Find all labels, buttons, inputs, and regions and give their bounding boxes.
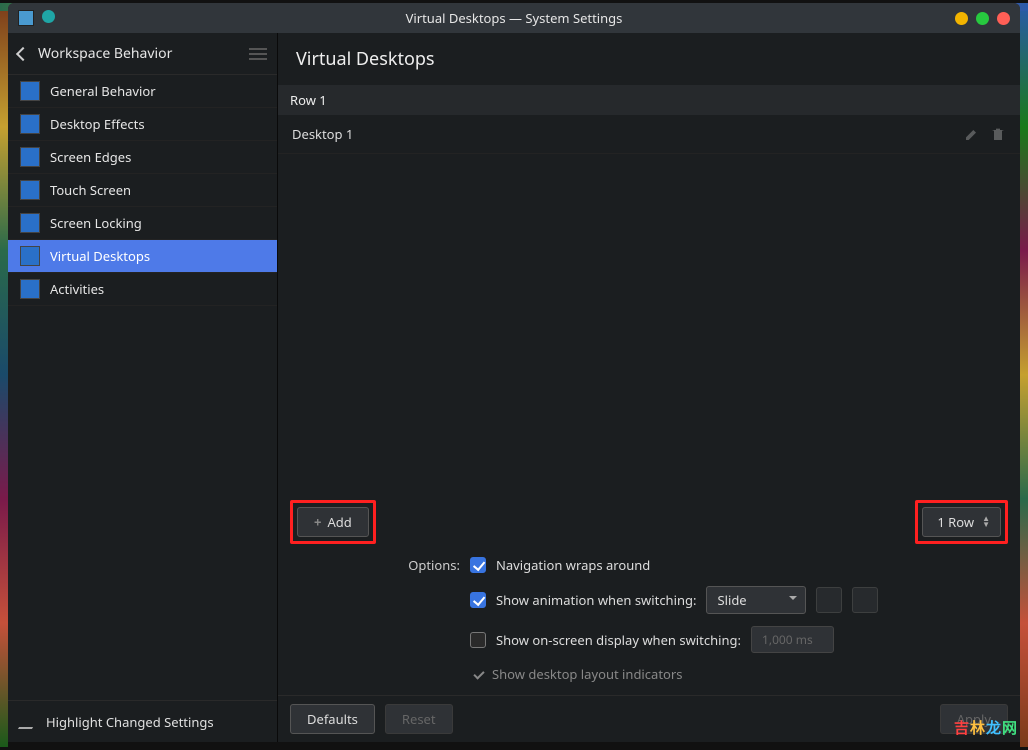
osd-checkbox[interactable] [470,632,486,648]
sidebar-list: General Behavior Desktop Effects Screen … [8,75,277,700]
sidebar-item-label: Desktop Effects [50,115,145,133]
sidebar-item-label: Screen Edges [50,148,131,166]
maximize-button[interactable] [976,12,989,25]
titlebar[interactable]: Virtual Desktops — System Settings [8,3,1020,33]
rename-icon[interactable] [964,126,980,142]
layout-indicators-rowank[interactable]: Show desktop layout indicators [470,665,1008,683]
animation-info-button[interactable] [852,587,878,613]
reset-label: Reset [402,710,436,728]
defaults-label: Defaults [307,710,358,728]
sidebar-item-label: Activities [50,280,104,298]
row-spin-label: 1 Row [937,513,974,531]
nav-wrap-checkbox[interactable] [470,557,486,573]
highlight-add: + Add [290,500,376,544]
sidebar: Workspace Behavior General Behavior Desk… [8,33,278,742]
settings-window: Virtual Desktops — System Settings Works… [8,3,1020,742]
plus-icon: + [314,513,321,531]
sidebar-item-label: Virtual Desktops [50,247,150,265]
highlight-rows: 1 Row ▲▼ [915,500,1008,544]
pencil-icon [18,715,40,729]
page-title: Virtual Desktops [278,33,1020,85]
hamburger-icon[interactable] [249,48,267,60]
wallpaper-gutter-left [0,3,8,747]
footer-bar: Defaults Reset Apply [278,695,1020,742]
virtual-desktops-icon [20,246,40,266]
window-title: Virtual Desktops — System Settings [8,9,1020,27]
defaults-button[interactable]: Defaults [290,704,375,734]
delete-icon[interactable] [990,126,1006,142]
highlight-changed-button[interactable]: Highlight Changed Settings [8,700,277,742]
configure-animation-button[interactable] [816,587,842,613]
back-icon[interactable] [16,46,30,60]
sidebar-title: Workspace Behavior [38,44,239,63]
osd-label: Show on-screen display when switching: [496,631,741,649]
watermark: 吉林龙网 [954,717,1018,738]
highlight-changed-label: Highlight Changed Settings [46,713,214,731]
spinner-arrows-icon[interactable]: ▲▼ [982,516,990,528]
options-form: Options: Navigation wraps around Show an… [278,550,1020,695]
show-animation-label: Show animation when switching: [496,591,696,609]
touch-screen-icon [20,180,40,200]
layout-indicators-label: Show desktop layout indicators [492,665,682,683]
sidebar-item-screen-locking[interactable]: Screen Locking [8,207,277,240]
sidebar-item-desktop-effects[interactable]: Desktop Effects [8,108,277,141]
wallpaper-gutter-right [1020,3,1028,747]
general-behavior-icon [20,81,40,101]
close-button[interactable] [997,12,1010,25]
desktop-list: Desktop 1 [278,115,1020,494]
sidebar-item-label: Touch Screen [50,181,131,199]
animation-select[interactable]: Slide [706,586,806,614]
reset-button: Reset [385,704,453,734]
add-label: Add [327,513,351,531]
osd-duration-spinner[interactable]: 1,000 ms [751,626,834,653]
sidebar-item-general-behavior[interactable]: General Behavior [8,75,277,108]
sidebar-item-virtual-desktops[interactable]: Virtual Desktops [8,240,277,273]
sidebar-item-screen-edges[interactable]: Screen Edges [8,141,277,174]
row-header: Row 1 [278,85,1020,115]
check-icon [473,668,484,679]
screen-locking-icon [20,213,40,233]
sidebar-item-touch-screen[interactable]: Touch Screen [8,174,277,207]
nav-wrap-label: Navigation wraps around [496,556,650,574]
pin-dot[interactable] [42,10,55,23]
sidebar-item-label: General Behavior [50,82,156,100]
row-count-spinner[interactable]: 1 Row ▲▼ [922,507,1001,537]
sidebar-header[interactable]: Workspace Behavior [8,33,277,75]
sidebar-item-activities[interactable]: Activities [8,273,277,306]
sidebar-item-label: Screen Locking [50,214,142,232]
screen-edges-icon [20,147,40,167]
add-row-controls: + Add 1 Row ▲▼ [278,494,1020,550]
content-pane: Virtual Desktops Row 1 Desktop 1 + Add [278,33,1020,742]
animation-value: Slide [717,591,746,609]
add-button[interactable]: + Add [297,507,369,537]
app-icon [18,10,34,26]
activities-icon [20,279,40,299]
options-label: Options: [290,556,470,574]
show-animation-checkbox[interactable] [470,592,486,608]
desktop-effects-icon [20,114,40,134]
desktop-row[interactable]: Desktop 1 [278,115,1020,154]
minimize-button[interactable] [955,12,968,25]
desktop-name: Desktop 1 [292,125,353,143]
osd-duration-value: 1,000 ms [762,631,813,648]
